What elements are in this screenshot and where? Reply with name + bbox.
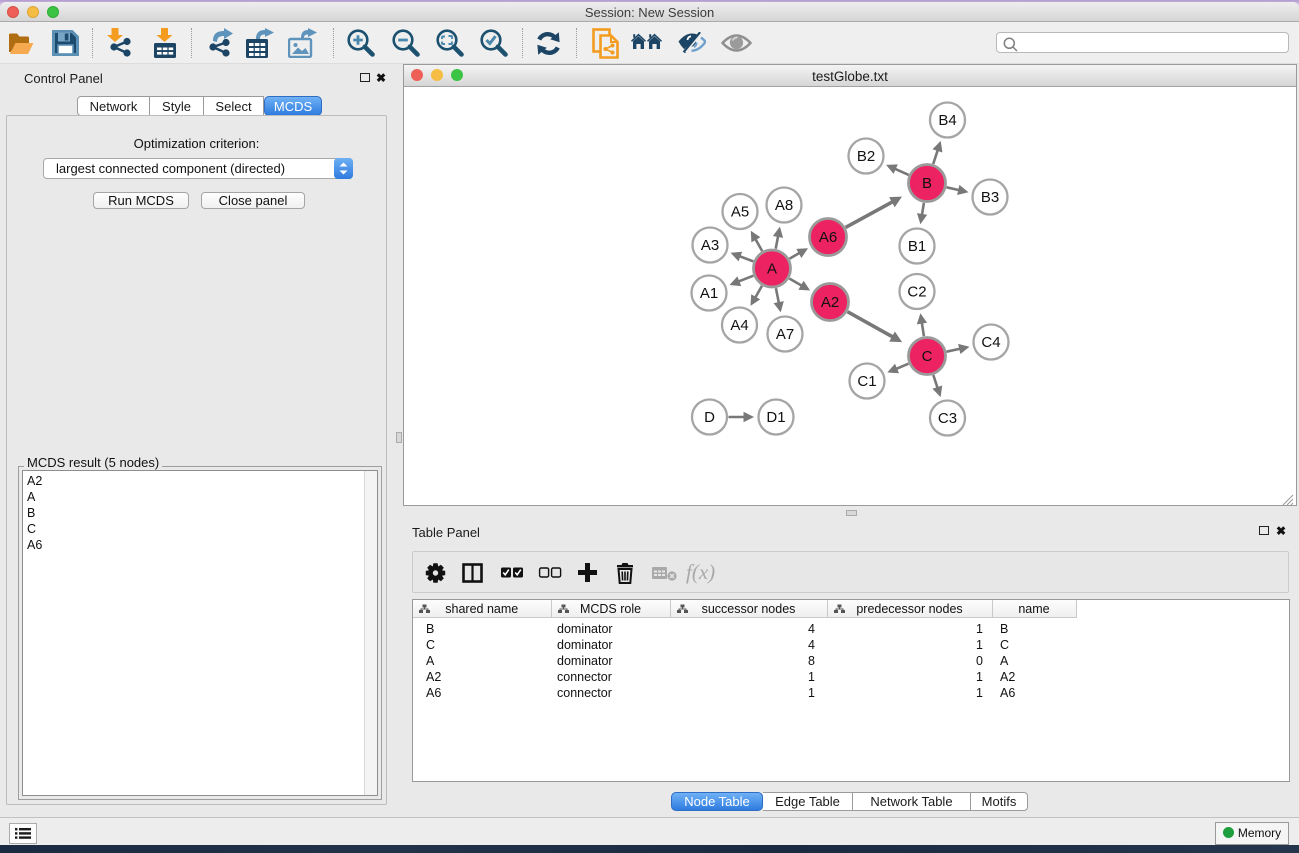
svg-text:B4: B4 [938,112,956,129]
svg-text:C4: C4 [981,334,1000,351]
svg-text:A4: A4 [730,317,748,334]
svg-text:A5: A5 [731,204,749,221]
svg-text:C1: C1 [857,373,876,390]
svg-text:A2: A2 [821,294,839,311]
svg-text:C3: C3 [938,410,957,427]
svg-text:B2: B2 [857,148,875,165]
svg-text:A7: A7 [776,326,794,343]
svg-text:A6: A6 [819,229,837,246]
svg-text:D1: D1 [766,409,785,426]
svg-text:A3: A3 [701,237,719,254]
svg-text:D: D [704,409,715,426]
svg-text:C: C [922,348,933,365]
svg-text:B3: B3 [981,189,999,206]
svg-text:A1: A1 [700,285,718,302]
svg-text:B1: B1 [908,238,926,255]
svg-text:A: A [767,261,777,278]
svg-text:C2: C2 [907,284,926,301]
svg-text:A8: A8 [775,197,793,214]
svg-text:B: B [922,175,932,192]
